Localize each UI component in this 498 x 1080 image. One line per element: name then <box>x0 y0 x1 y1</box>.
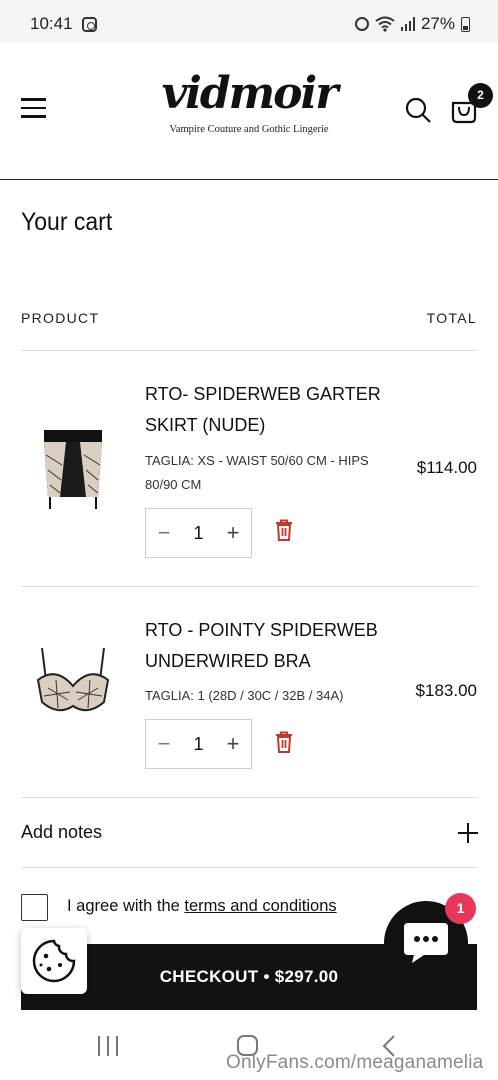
terms-checkbox[interactable] <box>21 894 48 921</box>
cart-item-variant: TAGLIA: XS - WAIST 50/60 CM - HIPS 80/90… <box>145 453 369 492</box>
wifi-icon <box>375 16 395 32</box>
divider <box>21 350 477 351</box>
product-thumbnail-bra[interactable] <box>28 640 118 730</box>
quantity-decrease-button[interactable]: − <box>146 509 182 557</box>
cart-count-badge: 2 <box>468 83 493 108</box>
battery-icon <box>461 16 470 32</box>
hamburger-menu-icon[interactable] <box>21 98 46 118</box>
page-title: Your cart <box>21 208 113 236</box>
cart-item-title[interactable]: RTO - POINTY SPIDERWEB UNDERWIRED BRA <box>145 615 385 677</box>
status-icons: 27% <box>354 14 470 34</box>
quantity-increase-button[interactable]: + <box>215 509 251 557</box>
divider <box>21 586 477 587</box>
quantity-stepper: − 1 + <box>145 508 252 558</box>
cookie-icon <box>32 939 76 983</box>
cart-item-title[interactable]: RTO- SPIDERWEB GARTER SKIRT (NUDE) <box>145 379 385 441</box>
cart-item-variant: TAGLIA: 1 (28D / 30C / 32B / 34A) <box>145 688 344 703</box>
trash-icon[interactable] <box>274 519 294 541</box>
product-thumbnail-garter-skirt[interactable] <box>28 425 118 515</box>
signal-icon <box>400 17 415 31</box>
quantity-increase-button[interactable]: + <box>215 720 251 768</box>
site-logo[interactable]: vidmoir Vampire Couture and Gothic Linge… <box>140 68 358 136</box>
status-bar: 10:41 27% <box>0 0 498 42</box>
logo-tagline: Vampire Couture and Gothic Lingerie <box>169 124 329 135</box>
cart-item-price: $183.00 <box>415 681 477 700</box>
cart-item-price: $114.00 <box>416 458 477 477</box>
instagram-notification-icon <box>82 17 97 32</box>
quantity-decrease-button[interactable]: − <box>146 720 182 768</box>
alarm-icon <box>354 17 369 31</box>
column-header-product: PRODUCT <box>21 310 100 326</box>
terms-prefix: I agree with the <box>67 897 185 915</box>
add-notes-label[interactable]: Add notes <box>21 822 102 843</box>
divider <box>21 867 477 868</box>
battery-percent: 27% <box>420 14 455 33</box>
plus-icon[interactable] <box>458 823 478 843</box>
search-icon[interactable] <box>405 97 431 123</box>
quantity-input[interactable]: 1 <box>182 509 215 557</box>
watermark-text: OnlyFans.com/meaganamelia <box>226 1052 484 1073</box>
site-header: vidmoir Vampire Couture and Gothic Linge… <box>0 42 498 180</box>
trash-icon[interactable] <box>274 731 294 753</box>
status-time: 10:41 <box>30 14 73 33</box>
cookie-settings-button[interactable] <box>21 928 87 994</box>
chat-unread-badge: 1 <box>445 893 476 924</box>
terms-link[interactable]: terms and conditions <box>184 897 336 915</box>
quantity-stepper: − 1 + <box>145 719 252 769</box>
logo-wordmark: vidmoir <box>161 68 339 119</box>
divider <box>21 797 477 798</box>
terms-label: I agree with the terms and conditions <box>67 897 337 916</box>
quantity-input[interactable]: 1 <box>182 720 215 768</box>
column-header-total: TOTAL <box>426 310 477 326</box>
recent-apps-icon[interactable] <box>98 1036 120 1056</box>
